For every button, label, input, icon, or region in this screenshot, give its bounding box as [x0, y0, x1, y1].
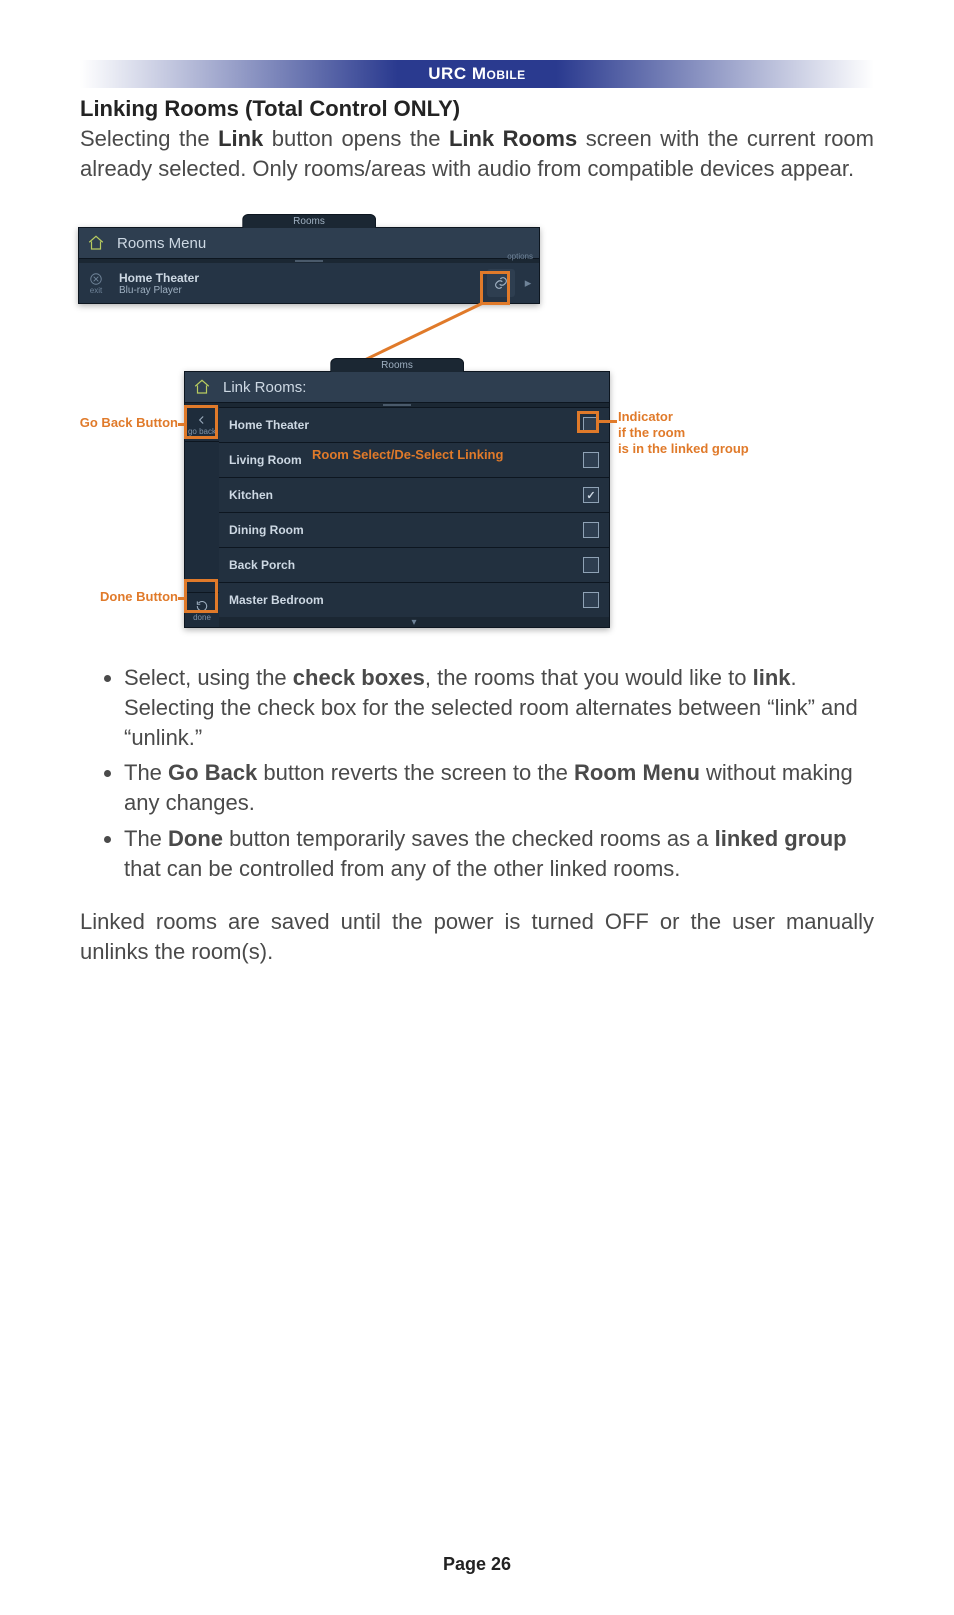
- checkbox[interactable]: [583, 557, 599, 573]
- checkbox[interactable]: [583, 522, 599, 538]
- tab-rooms: Rooms: [242, 214, 376, 228]
- bullet-1: Select, using the check boxes, the rooms…: [124, 663, 874, 752]
- checkbox[interactable]: ✓: [583, 487, 599, 503]
- panel1-title: Rooms Menu: [117, 235, 206, 252]
- ann-goback: Go Back Button: [78, 415, 178, 431]
- link-button-highlight: [480, 271, 510, 305]
- home-icon: [191, 376, 213, 398]
- exit-button[interactable]: exit: [79, 272, 113, 295]
- figure: Rooms Rooms Menu options exit Home Theat…: [78, 213, 838, 643]
- device-info: Home Theater Blu-ray Player: [113, 269, 487, 298]
- intro-paragraph: Selecting the Link button opens the Link…: [80, 124, 874, 183]
- room-dining-room[interactable]: Dining Room: [219, 512, 609, 547]
- options-label: options: [507, 252, 533, 261]
- ann-indicator: Indicatorif the roomis in the linked gro…: [618, 409, 749, 456]
- room-back-porch[interactable]: Back Porch: [219, 547, 609, 582]
- done-highlight: [184, 579, 218, 613]
- section-title: Linking Rooms (Total Control ONLY): [80, 96, 874, 122]
- checkbox[interactable]: [583, 592, 599, 608]
- bullet-list: Select, using the check boxes, the rooms…: [124, 663, 874, 883]
- bullet-3: The Done button temporarily saves the ch…: [124, 824, 874, 883]
- room-list: Home Theater Living Room Kitchen✓ Dining…: [219, 407, 609, 627]
- room-master-bedroom[interactable]: Master Bedroom: [219, 582, 609, 617]
- ann-done: Done Button: [92, 589, 178, 605]
- indicator-highlight: [577, 411, 599, 433]
- goback-highlight: [184, 405, 218, 439]
- panel2-title-row: Link Rooms:: [185, 372, 609, 403]
- chevron-right-icon[interactable]: ▸: [517, 275, 539, 291]
- checkbox[interactable]: [583, 452, 599, 468]
- panel2-title: Link Rooms:: [223, 379, 306, 396]
- header-title: URC Mobile: [80, 60, 874, 88]
- panel1-title-row: Rooms Menu: [79, 228, 539, 259]
- page-number: Page 26: [0, 1554, 954, 1575]
- tab-rooms-2: Rooms: [330, 358, 464, 372]
- closing-paragraph: Linked rooms are saved until the power i…: [80, 907, 874, 966]
- ann-roomsel: Room Select/De-Select Linking: [312, 447, 503, 463]
- bullet-2: The Go Back button reverts the screen to…: [124, 758, 874, 817]
- header-bar: URC Mobile: [80, 60, 874, 88]
- room-kitchen[interactable]: Kitchen✓: [219, 477, 609, 512]
- link-rooms-panel: Rooms Link Rooms: go back done: [184, 371, 610, 628]
- home-icon: [85, 232, 107, 254]
- rooms-menu-panel: Rooms Rooms Menu options exit Home Theat…: [78, 227, 540, 304]
- room-home-theater[interactable]: Home Theater: [219, 407, 609, 442]
- device-row[interactable]: options exit Home Theater Blu-ray Player…: [79, 263, 539, 303]
- more-indicator: ▾: [219, 617, 609, 627]
